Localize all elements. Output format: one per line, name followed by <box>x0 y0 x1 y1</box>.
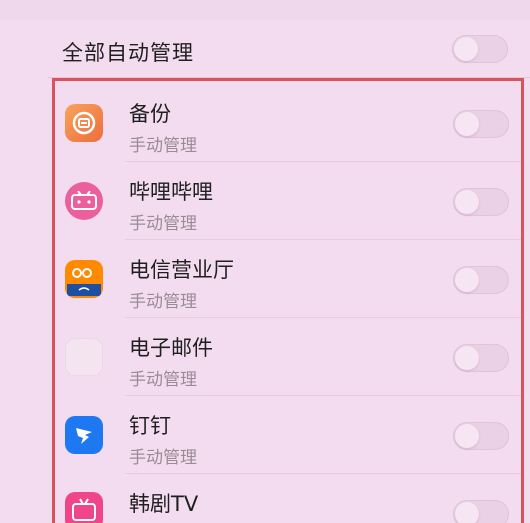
toggle-knob <box>455 190 479 214</box>
toggle-knob <box>455 346 479 370</box>
app-row-telecom[interactable]: 电信营业厅 手动管理 <box>55 240 521 318</box>
app-status: 手动管理 <box>129 214 197 234</box>
app-row-mail[interactable]: 电子邮件 手动管理 <box>55 318 521 396</box>
app-row-bilibili[interactable]: 哔哩哔哩 手动管理 <box>55 162 521 240</box>
app-name: 韩剧TV <box>129 492 199 516</box>
app-name: 备份 <box>129 102 171 126</box>
backup-icon <box>65 104 103 142</box>
auto-manage-all-label: 全部自动管理 <box>62 41 194 65</box>
app-name: 钉钉 <box>129 414 171 438</box>
auto-manage-all-toggle[interactable] <box>452 35 508 63</box>
app-toggle[interactable] <box>453 422 509 450</box>
app-row-backup[interactable]: 备份 手动管理 <box>55 84 521 162</box>
telecom-icon <box>65 260 103 298</box>
app-row-korean-drama-tv[interactable]: 韩剧TV <box>55 474 521 523</box>
bilibili-icon <box>65 182 103 220</box>
app-name: 电信营业厅 <box>129 258 234 282</box>
app-name: 哔哩哔哩 <box>129 180 213 204</box>
auto-manage-all-row: 全部自动管理 <box>48 20 530 78</box>
top-strip <box>0 0 530 20</box>
toggle-knob <box>455 268 479 292</box>
app-toggle[interactable] <box>453 188 509 216</box>
toggle-knob <box>455 112 479 136</box>
app-row-dingtalk[interactable]: 钉钉 手动管理 <box>55 396 521 474</box>
app-status: 手动管理 <box>129 136 197 156</box>
app-status: 手动管理 <box>129 292 197 312</box>
app-toggle[interactable] <box>453 500 509 523</box>
mail-icon <box>65 338 103 376</box>
app-toggle[interactable] <box>453 266 509 294</box>
toggle-knob <box>455 424 479 448</box>
app-toggle[interactable] <box>453 344 509 372</box>
app-name: 电子邮件 <box>129 336 213 360</box>
toggle-knob <box>455 502 479 523</box>
app-status: 手动管理 <box>129 370 197 390</box>
dingtalk-icon <box>65 416 103 454</box>
app-toggle[interactable] <box>453 110 509 138</box>
toggle-knob <box>454 37 478 61</box>
korean-drama-tv-icon <box>65 492 103 523</box>
app-status: 手动管理 <box>129 448 197 468</box>
